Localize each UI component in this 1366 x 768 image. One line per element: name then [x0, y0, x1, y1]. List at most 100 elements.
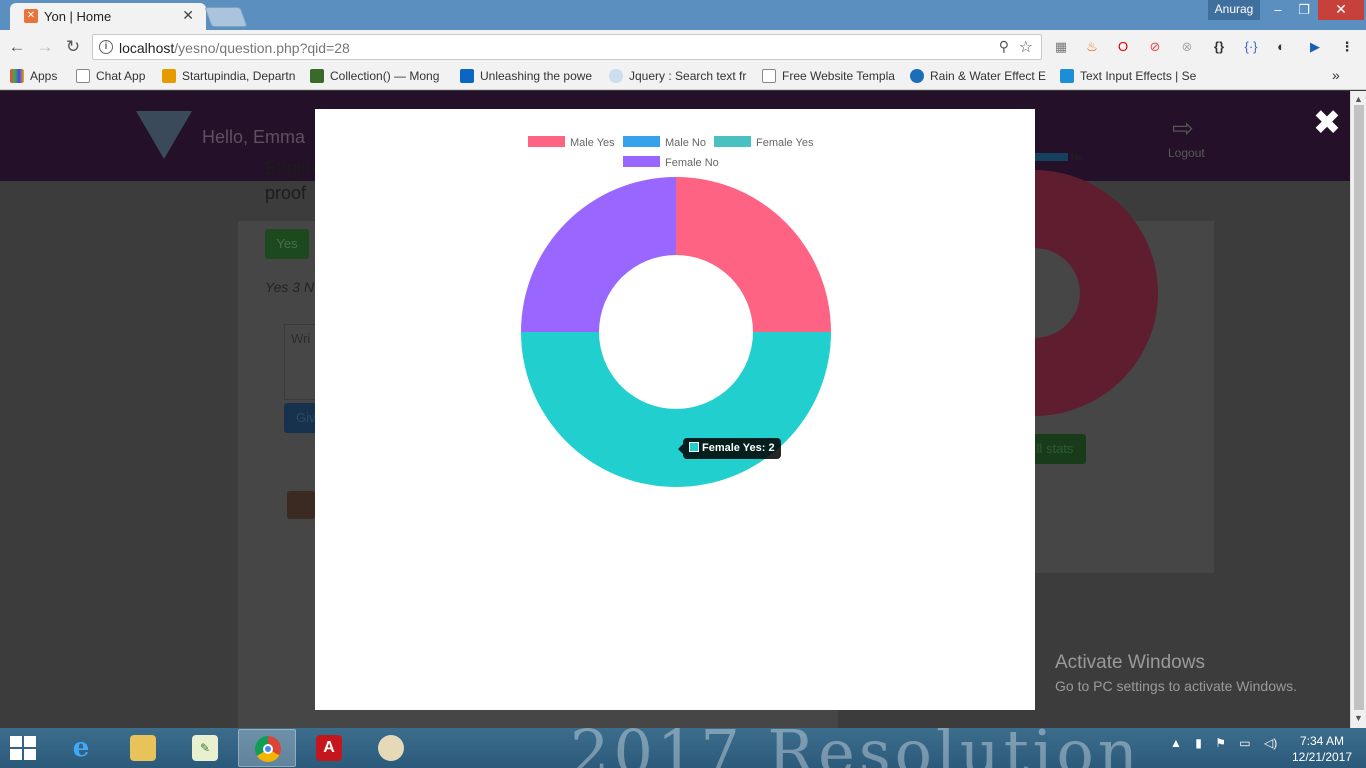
watermark-title: Activate Windows [1055, 652, 1205, 673]
taskbar-explorer[interactable] [114, 729, 172, 767]
bookmark-mongo[interactable]: Collection() — Mong [310, 69, 444, 83]
window-close-button[interactable]: ✕ [1318, 0, 1364, 20]
donut-slice-female-no[interactable] [521, 177, 676, 332]
acrobat-icon: A [316, 735, 342, 761]
scroll-up-icon[interactable]: ▲ [1354, 94, 1363, 104]
profile-button[interactable]: Anurag [1208, 0, 1260, 20]
legend-swatch [623, 136, 660, 147]
tab-title: Yon | Home [44, 9, 112, 24]
zoom-icon[interactable]: ⚲ [999, 38, 1009, 55]
notepad-icon: ✎ [192, 735, 218, 761]
page-icon [76, 69, 90, 83]
legend-female-no[interactable]: Female No [623, 156, 719, 169]
extension-block-icon[interactable]: ⊘ [1146, 38, 1164, 56]
chart-tooltip: Female Yes: 2 [678, 438, 781, 459]
modal-close-icon[interactable]: ✖ [1312, 106, 1342, 140]
apps-grid-icon [10, 69, 24, 83]
flag-icon[interactable]: ⚑ [1215, 736, 1226, 750]
url-text: localhost/yesno/question.php?qid=28 [119, 40, 350, 56]
extension-opera-icon[interactable]: O [1114, 38, 1132, 56]
water-drop-icon [1060, 69, 1074, 83]
yes-button[interactable]: Yes [265, 229, 309, 259]
bookmark-star-icon[interactable]: ☆ [1019, 37, 1033, 57]
scroll-down-icon[interactable]: ▼ [1354, 713, 1363, 723]
taskbar-ie[interactable]: e [52, 729, 110, 767]
taskbar: 2017 Resolution e ✎ A ▲ ▮ ⚑ ▭ ◁) 7:34 AM… [0, 728, 1366, 768]
extension-braces-icon[interactable]: {·} [1242, 38, 1260, 56]
extension-play-icon[interactable]: ▶ [1306, 38, 1324, 56]
site-info-icon[interactable]: i [99, 40, 113, 54]
bookmarks-overflow-button[interactable]: » [1332, 67, 1340, 83]
legend-male-no[interactable]: Male No [623, 136, 706, 149]
page-icon [762, 69, 776, 83]
taskbar-acrobat[interactable]: A [300, 729, 358, 767]
site-logo[interactable] [136, 111, 192, 159]
greeting-text: Hello, Emma [202, 127, 306, 147]
clock-date: 12/21/2017 [1291, 750, 1353, 764]
address-bar[interactable]: i localhost/yesno/question.php?qid=28 ⚲ … [92, 34, 1042, 60]
windows-start-icon[interactable] [10, 736, 38, 762]
donut-slice-male-yes[interactable] [676, 177, 831, 332]
battery-icon[interactable]: ▭ [1239, 736, 1250, 750]
internet-explorer-icon: e [72, 733, 90, 763]
browser-toolbar: ← → ↻ i localhost/yesno/question.php?qid… [0, 30, 1366, 64]
bookmark-text-input[interactable]: Text Input Effects | Se [1060, 69, 1198, 83]
startupindia-icon [162, 69, 176, 83]
reload-icon[interactable]: ↻ [62, 36, 84, 58]
taskbar-notepad[interactable]: ✎ [176, 729, 234, 767]
extension-json-icon[interactable]: {} [1210, 38, 1228, 56]
browser-title-bar: ✕ Yon | Home ✕ Anurag – ❐ ✕ [0, 0, 1366, 30]
bookmark-chat-app[interactable]: Chat App [76, 69, 145, 83]
bookmark-jquery[interactable]: Jquery : Search text fr [609, 69, 747, 83]
back-icon[interactable]: ← [6, 36, 28, 58]
linkedin-icon [460, 69, 474, 83]
minimize-button[interactable]: – [1264, 0, 1292, 20]
chrome-menu-icon[interactable]: ⋮ [1338, 38, 1356, 56]
site-favicon-icon: ✕ [24, 9, 38, 23]
bookmark-apps[interactable]: Apps [10, 69, 57, 83]
extension-gray-icon[interactable]: ⊗ [1178, 38, 1196, 56]
bookmarks-bar: Apps Chat App Startupindia, Departn Coll… [0, 64, 1366, 90]
water-drop-icon [910, 69, 924, 83]
vote-counts: Yes 3 N [265, 279, 315, 295]
avatar [287, 491, 315, 519]
bg-legend-swatch [1034, 153, 1068, 161]
tab-close-icon[interactable]: ✕ [182, 7, 194, 24]
tray-expand-icon[interactable]: ▲ [1170, 736, 1182, 750]
legend-swatch [623, 156, 660, 167]
donut-slice-female-yes[interactable] [521, 332, 831, 487]
extension-dark-icon[interactable]: ◐ [1272, 38, 1290, 56]
activation-watermark: Activate Windows Go to PC settings to ac… [1055, 652, 1297, 694]
bg-legend-label: No [1071, 152, 1083, 162]
browser-tab[interactable]: ✕ Yon | Home ✕ [10, 3, 206, 30]
network-icon[interactable]: ▮ [1195, 736, 1202, 750]
logout-icon[interactable]: ⇨ [1172, 113, 1206, 143]
mongo-leaf-icon [310, 69, 324, 83]
bookmark-linkedin[interactable]: Unleashing the powe [460, 69, 596, 83]
folder-icon [130, 735, 156, 761]
volume-icon[interactable]: ◁) [1264, 736, 1277, 750]
bookmark-startupindia[interactable]: Startupindia, Departn [162, 69, 296, 83]
legend-male-yes[interactable]: Male Yes [528, 136, 615, 149]
watermark-subtitle: Go to PC settings to activate Windows. [1055, 678, 1297, 694]
taskbar-clock[interactable]: 7:34 AM 12/21/2017 [1290, 733, 1354, 765]
scroll-thumb[interactable] [1354, 105, 1364, 710]
system-tray: ▲ ▮ ⚑ ▭ ◁) [1170, 736, 1277, 750]
question-text: Engine proof [265, 158, 322, 203]
bookmark-rain-water[interactable]: Rain & Water Effect E [910, 69, 1046, 83]
forward-icon[interactable]: → [34, 36, 56, 58]
taskbar-chrome[interactable] [238, 729, 296, 767]
restore-button[interactable]: ❐ [1290, 0, 1318, 20]
tooltip-swatch [689, 442, 699, 452]
new-tab-button[interactable] [204, 7, 248, 27]
extension-fire-icon[interactable]: ♨ [1083, 38, 1101, 56]
page-scrollbar[interactable]: ▲ ▼ [1350, 91, 1366, 728]
bookmark-free-website[interactable]: Free Website Templa [762, 69, 896, 83]
logout-link[interactable]: Logout [1168, 146, 1205, 160]
legend-swatch [714, 136, 751, 147]
doughnut-chart [521, 177, 831, 487]
taskbar-paint[interactable] [362, 729, 420, 767]
legend-female-yes[interactable]: Female Yes [714, 136, 813, 149]
paint-palette-icon [378, 735, 404, 761]
extension-icon[interactable]: ▦ [1052, 38, 1070, 56]
